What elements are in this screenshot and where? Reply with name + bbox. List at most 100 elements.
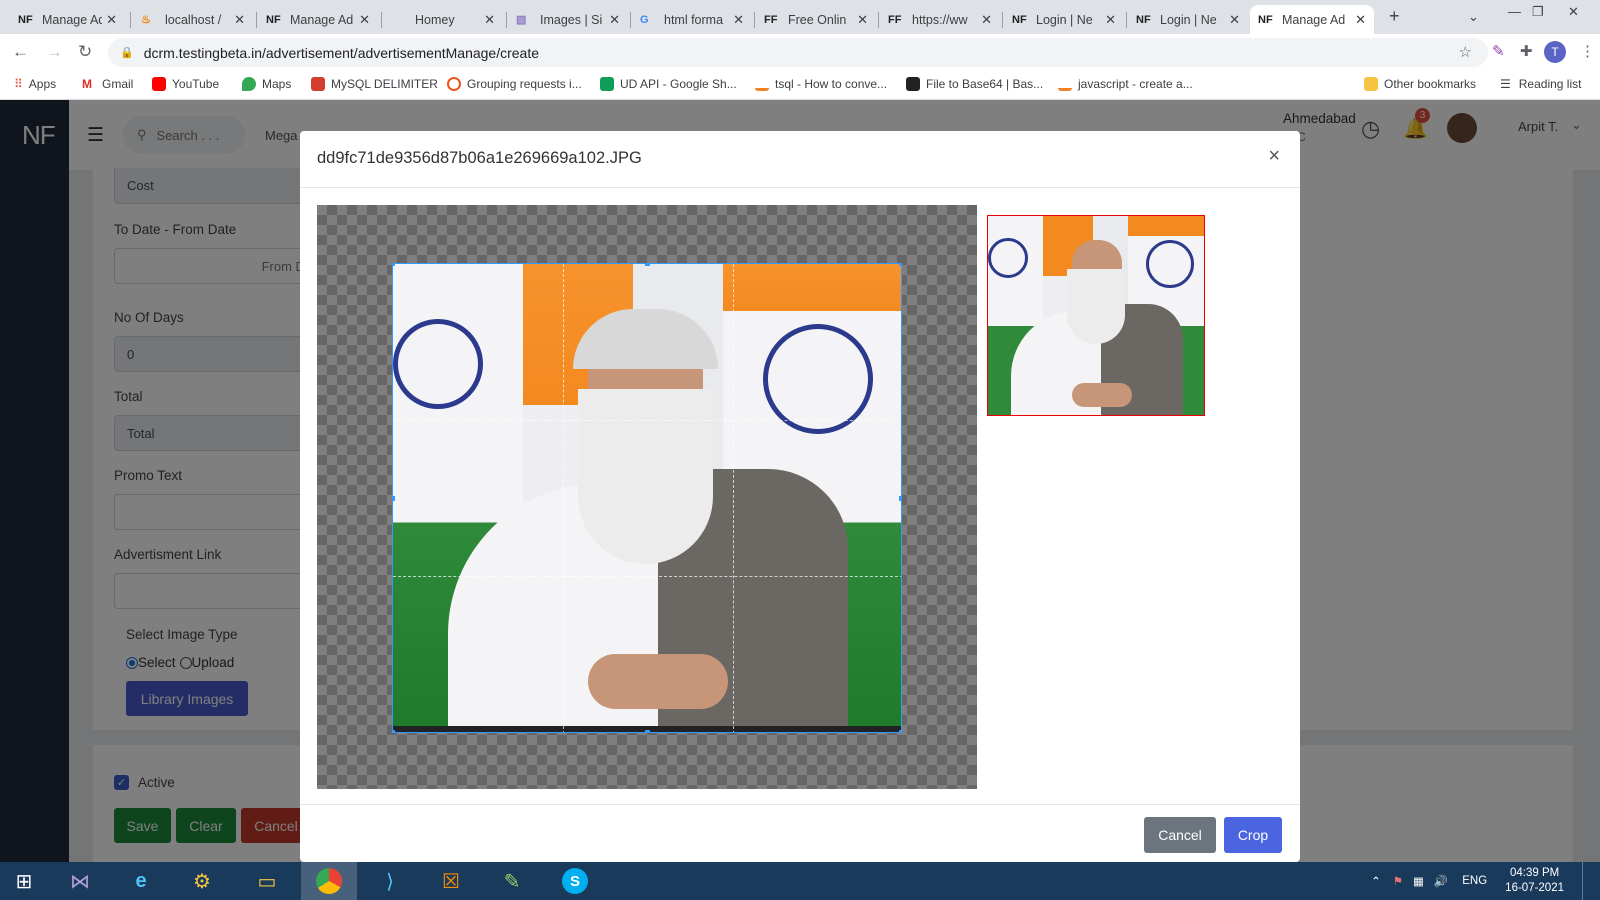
bookmark-sheets[interactable]: UD API - Google Sh...: [600, 77, 737, 91]
crop-handle-n[interactable]: [645, 264, 650, 266]
bookmark-star-icon[interactable]: ☆: [1459, 43, 1472, 61]
crop-button[interactable]: Crop: [1224, 817, 1282, 853]
bookmark-stackoverflow[interactable]: tsql - How to conve...: [755, 77, 887, 91]
minimize-icon[interactable]: —: [1508, 4, 1521, 19]
xampp-icon[interactable]: ☒: [423, 862, 479, 900]
google-favicon-icon: G: [640, 13, 649, 26]
show-desktop[interactable]: [1582, 862, 1588, 900]
tab-close-icon[interactable]: ✕: [106, 12, 117, 28]
cropper-canvas[interactable]: [317, 205, 977, 789]
crop-handle-ne[interactable]: [899, 264, 901, 266]
crop-handle-w[interactable]: [393, 496, 395, 501]
bookmark-youtube[interactable]: YouTube: [152, 77, 219, 91]
tray-clock[interactable]: 04:39 PM 16-07-2021: [1505, 866, 1564, 896]
browser-tab-active[interactable]: NF Manage Ad ✕: [1250, 5, 1374, 34]
tray-network-icon[interactable]: ▦: [1413, 874, 1424, 888]
bookmark-mysql[interactable]: MySQL DELIMITER: [311, 77, 438, 91]
browser-tab-strip: NF Manage Ad ✕ ♨ localhost / ✕ NF Manage…: [0, 0, 1600, 34]
new-tab-button[interactable]: +: [1389, 6, 1400, 27]
browser-tab[interactable]: ♨ localhost / ✕: [133, 5, 253, 34]
bookmark-maps[interactable]: Maps: [242, 77, 291, 91]
restore-icon[interactable]: ❐: [1532, 4, 1544, 20]
bookmark-gmail[interactable]: M Gmail: [82, 77, 133, 91]
ff-favicon-icon: FF: [764, 13, 778, 26]
close-window-icon[interactable]: ✕: [1568, 4, 1579, 20]
reading-list[interactable]: ☰ Reading list: [1500, 77, 1581, 91]
tab-close-icon[interactable]: ✕: [1229, 12, 1240, 28]
bookmark-javascript[interactable]: javascript - create a...: [1058, 77, 1193, 91]
visual-studio-icon[interactable]: ⋈: [52, 862, 108, 900]
crop-handle-se[interactable]: [899, 730, 901, 732]
xampp-favicon-icon: ♨: [141, 14, 151, 26]
tab-close-icon[interactable]: ✕: [234, 12, 245, 28]
tray-volume-icon[interactable]: 🔊: [1434, 874, 1448, 888]
crop-handle-s[interactable]: [645, 730, 650, 732]
browser-tab[interactable]: Homey ✕: [383, 5, 503, 34]
lock-icon: 🔒: [120, 47, 134, 59]
notepad-plus-icon[interactable]: ✎: [484, 862, 540, 900]
other-bookmarks[interactable]: Other bookmarks: [1364, 77, 1476, 91]
tray-up-arrow-icon[interactable]: ⌃: [1371, 874, 1381, 888]
crop-handle-sw[interactable]: [393, 730, 395, 732]
tab-search-icon[interactable]: ⌄: [1468, 9, 1479, 25]
folder-icon: [1364, 77, 1378, 91]
browser-tab[interactable]: NF Manage Ad ✕: [10, 5, 125, 34]
browser-tab[interactable]: G html forma ✕: [632, 5, 752, 34]
tab-title: Login | Ne: [1160, 12, 1217, 27]
tray-date: 16-07-2021: [1505, 882, 1564, 894]
crop-preview: [987, 215, 1205, 416]
tray-flag-icon[interactable]: ⚑: [1393, 874, 1403, 888]
tab-divider: [506, 12, 507, 28]
modal-close-icon[interactable]: ×: [1268, 145, 1280, 168]
bookmark-base64[interactable]: File to Base64 | Bas...: [906, 77, 1043, 91]
browser-tab[interactable]: FF Free Onlin ✕: [756, 5, 876, 34]
tab-close-icon[interactable]: ✕: [1355, 12, 1366, 28]
tab-close-icon[interactable]: ✕: [609, 12, 620, 28]
browser-tab[interactable]: NF Manage Ad ✕: [258, 5, 378, 34]
reading-list-icon: ☰: [1500, 77, 1511, 91]
url-bar[interactable]: 🔒 dcrm.testingbeta.in/advertisement/adve…: [108, 38, 1488, 67]
tab-close-icon[interactable]: ✕: [359, 12, 370, 28]
crop-selection-box[interactable]: [392, 263, 902, 733]
tab-close-icon[interactable]: ✕: [981, 12, 992, 28]
file-tool-icon[interactable]: ⚙: [174, 862, 230, 900]
browser-tab[interactable]: NF Login | Ne ✕: [1128, 5, 1248, 34]
forward-icon[interactable]: →: [46, 42, 63, 62]
nf-favicon-icon: NF: [1136, 13, 1151, 26]
person-hands: [588, 654, 728, 709]
browser-tab[interactable]: ▨ Images | Si ✕: [508, 5, 628, 34]
back-icon[interactable]: ←: [12, 42, 29, 62]
browser-tab[interactable]: FF https://ww ✕: [880, 5, 1000, 34]
tab-close-icon[interactable]: ✕: [857, 12, 868, 28]
skype-icon[interactable]: S: [547, 862, 603, 900]
tab-close-icon[interactable]: ✕: [733, 12, 744, 28]
vscode-icon[interactable]: ⟩: [362, 862, 418, 900]
browser-tab[interactable]: NF Login | Ne ✕: [1004, 5, 1124, 34]
extensions-icon[interactable]: ✚: [1520, 42, 1533, 60]
file-explorer-icon[interactable]: ▭: [239, 862, 295, 900]
bookmark-grouping[interactable]: Grouping requests i...: [447, 77, 582, 91]
crop-handle-nw[interactable]: [393, 264, 395, 266]
internet-explorer-icon[interactable]: e: [113, 862, 169, 900]
pen-extension-icon[interactable]: ✎: [1492, 42, 1505, 60]
modal-title: dd9fc71de9356d87b06a1e269669a102.JPG: [317, 149, 642, 167]
address-bar-row: ← → ↻ 🔒 dcrm.testingbeta.in/advertisemen…: [0, 34, 1600, 71]
bookmark-apps[interactable]: ⠿ Apps: [14, 77, 56, 91]
reload-icon[interactable]: ↻: [78, 42, 92, 62]
mysql-icon: [311, 77, 325, 91]
chrome-icon[interactable]: [301, 862, 357, 900]
system-tray: ⌃ ⚑ ▦ 🔊 ENG 04:39 PM 16-07-2021: [1371, 862, 1588, 900]
bookmarks-bar: ⠿ Apps M Gmail YouTube Maps MySQL DELIMITE…: [0, 71, 1600, 100]
stackoverflow-icon: [755, 77, 769, 91]
windows-start-icon[interactable]: ⊞: [0, 862, 48, 900]
modal-cancel-button[interactable]: Cancel: [1144, 817, 1216, 853]
tab-close-icon[interactable]: ✕: [484, 12, 495, 28]
tab-close-icon[interactable]: ✕: [1105, 12, 1116, 28]
preview-hands: [1072, 383, 1132, 407]
crop-handle-e[interactable]: [899, 496, 901, 501]
tab-divider: [381, 12, 382, 28]
preview-chakra-left-icon: [988, 238, 1028, 278]
menu-kebab-icon[interactable]: ⋮: [1580, 42, 1595, 60]
profile-avatar[interactable]: T: [1544, 41, 1566, 63]
tray-language[interactable]: ENG: [1462, 875, 1487, 887]
